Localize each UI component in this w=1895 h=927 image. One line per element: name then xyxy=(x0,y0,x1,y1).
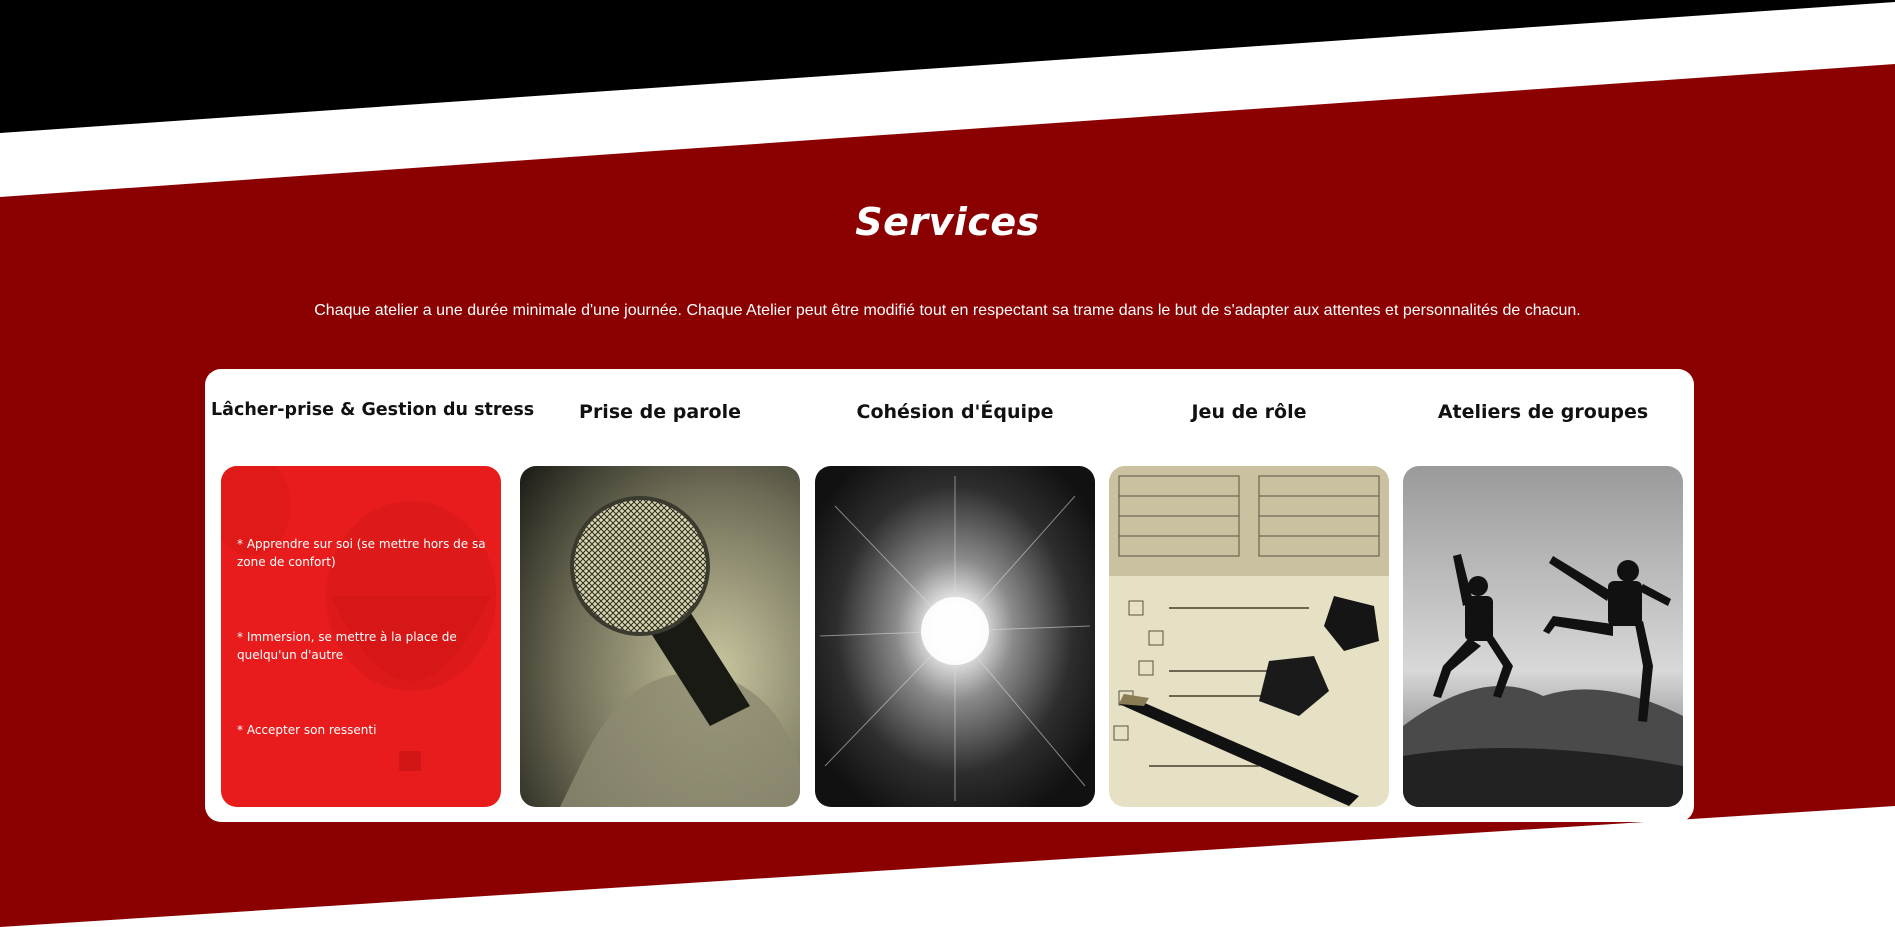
service-column-team: Cohésion d'Équipe xyxy=(815,369,1095,822)
service-card-team[interactable] xyxy=(815,466,1095,807)
service-card-roleplay[interactable] xyxy=(1109,466,1389,807)
services-section: Services Chaque atelier a une durée mini… xyxy=(0,0,1895,927)
service-card-stress[interactable]: * Apprendre sur soi (se mettre hors de s… xyxy=(221,466,501,807)
services-panel: Lâcher-prise & Gestion du stress * Appre… xyxy=(205,369,1694,822)
service-column-speaking: Prise de parole xyxy=(520,369,800,822)
service-card-groups[interactable] xyxy=(1403,466,1683,807)
microphone-icon xyxy=(520,466,800,807)
service-title: Ateliers de groupes xyxy=(1437,401,1649,423)
section-intro: Chaque atelier a une durée minimale d'un… xyxy=(314,302,1581,319)
service-bullet: * Accepter son ressenti xyxy=(237,723,377,737)
service-title: Jeu de rôle xyxy=(1191,401,1307,423)
service-title: Prise de parole xyxy=(579,401,741,423)
service-bullet: * Apprendre sur soi (se mettre hors de s… xyxy=(237,537,486,569)
service-title: Lâcher-prise & Gestion du stress xyxy=(211,400,535,420)
service-column-roleplay: Jeu de rôle xyxy=(1109,369,1389,822)
service-bullet: * Immersion, se mettre à la place de que… xyxy=(237,630,457,662)
explosion-light-icon xyxy=(815,466,1095,807)
jumping-people-icon xyxy=(1403,466,1683,807)
section-title: Services xyxy=(855,200,1040,244)
service-title: Cohésion d'Équipe xyxy=(856,401,1054,423)
dice-icon xyxy=(1109,466,1389,807)
service-column-stress: Lâcher-prise & Gestion du stress * Appre… xyxy=(211,369,534,822)
service-column-groups: Ateliers de groupes xyxy=(1403,369,1683,822)
service-card-speaking[interactable] xyxy=(520,466,800,807)
